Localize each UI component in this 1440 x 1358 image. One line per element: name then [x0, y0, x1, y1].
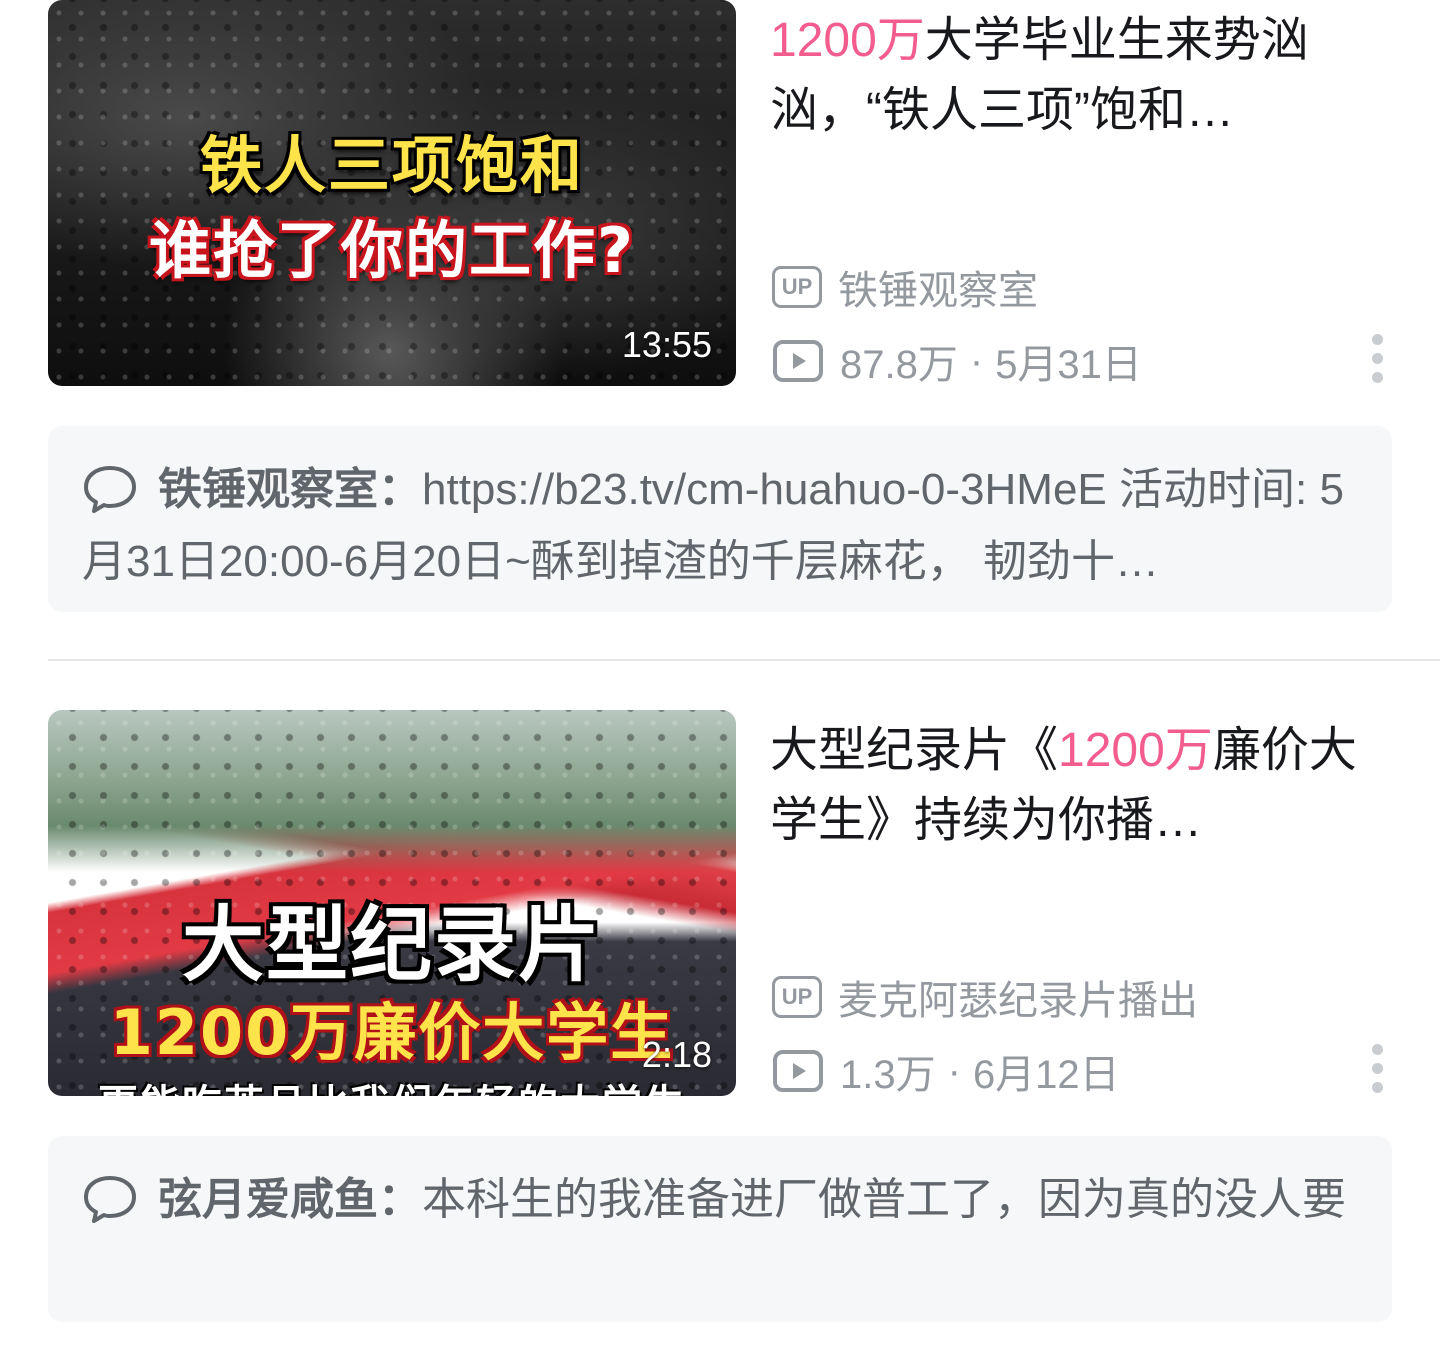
- comment-preview[interactable]: 铁锤观察室：https://b23.tv/cm-huahuo-0-3HMeE 活…: [48, 426, 1392, 612]
- comment-content: 铁锤观察室：https://b23.tv/cm-huahuo-0-3HMeE 活…: [82, 454, 1358, 598]
- comment-preview[interactable]: 弦月爱咸鱼：本科生的我准备进厂做普工了，因为真的没人要: [48, 1136, 1392, 1322]
- thumbnail-caption: 谁抢了你的工作?: [149, 214, 635, 287]
- view-count: 87.8万: [840, 343, 958, 387]
- video-duration: 13:55: [621, 324, 712, 365]
- video-card-1[interactable]: 铁人三项饱和 谁抢了你的工作? 13:55 1200万大学毕业生来势汹汹，“铁人…: [0, 0, 1440, 640]
- more-vertical-icon[interactable]: [1370, 334, 1384, 383]
- title-prefix: 大型纪录片《: [770, 724, 1059, 777]
- thumbnail-subtitle: 更能吃苦且比我们年轻的大学生: [48, 1072, 736, 1096]
- video-card-2[interactable]: 大型纪录片 1200万廉价大学生 更能吃苦且比我们年轻的大学生 2:18 大型纪…: [0, 710, 1440, 1350]
- uploader-row[interactable]: UP 麦克阿瑟纪录片播出: [772, 968, 1198, 1026]
- uploader-row[interactable]: UP 铁锤观察室: [772, 258, 1038, 316]
- up-badge-icon: UP: [772, 976, 822, 1018]
- play-count-icon: [773, 1050, 823, 1092]
- video-thumbnail[interactable]: 铁人三项饱和 谁抢了你的工作? 13:55: [48, 0, 736, 386]
- view-count: 1.3万: [840, 1053, 936, 1097]
- play-count-icon: [773, 340, 823, 382]
- card-divider: [48, 659, 1440, 661]
- comment-text: 本科生的我准备进厂做普工了，因为真的没人要: [422, 1175, 1346, 1224]
- title-highlight: 1200万: [770, 14, 925, 67]
- stats-row: 1.3万 · 6月12日: [772, 1042, 1120, 1100]
- video-title[interactable]: 大型纪录片《1200万廉价大学生》持续为你播…: [770, 716, 1370, 856]
- video-duration: 2:18: [641, 1034, 712, 1075]
- comment-username[interactable]: 弦月爱咸鱼：: [158, 1175, 422, 1224]
- comment-username[interactable]: 铁锤观察室：: [158, 465, 422, 514]
- meta-separator: ·: [969, 338, 984, 383]
- comment-bubble-icon: [84, 1176, 136, 1223]
- stats-row: 87.8万 · 5月31日: [772, 332, 1142, 390]
- video-thumbnail[interactable]: 大型纪录片 1200万廉价大学生 更能吃苦且比我们年轻的大学生 2:18: [48, 710, 736, 1096]
- meta-separator: ·: [947, 1048, 961, 1093]
- more-vertical-icon[interactable]: [1370, 1044, 1384, 1093]
- comment-content: 弦月爱咸鱼：本科生的我准备进厂做普工了，因为真的没人要: [82, 1164, 1358, 1236]
- thumbnail-caption: 大型纪录片: [181, 898, 602, 993]
- comment-bubble-icon: [84, 466, 136, 513]
- publish-date: 5月31日: [995, 343, 1142, 387]
- uploader-name[interactable]: 铁锤观察室: [838, 258, 1038, 316]
- thumbnail-caption: 1200万廉价大学生: [109, 996, 675, 1069]
- publish-date: 6月12日: [972, 1053, 1120, 1097]
- video-title[interactable]: 1200万大学毕业生来势汹汹，“铁人三项”饱和…: [770, 6, 1370, 146]
- uploader-name[interactable]: 麦克阿瑟纪录片播出: [838, 968, 1198, 1026]
- up-badge-icon: UP: [772, 266, 822, 308]
- thumbnail-caption: 铁人三项饱和: [199, 129, 584, 202]
- title-highlight: 1200万: [1058, 724, 1213, 777]
